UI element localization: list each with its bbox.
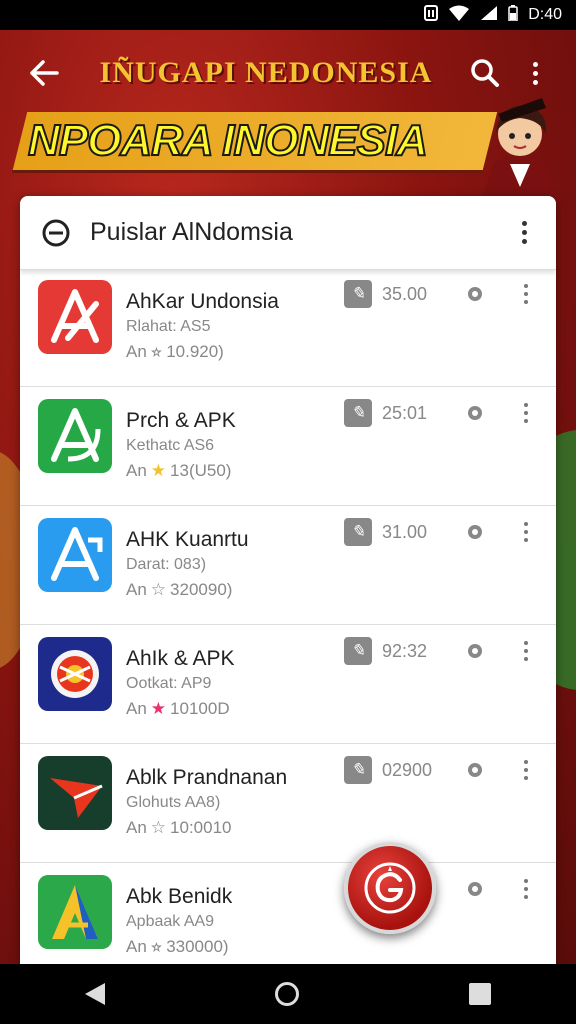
system-nav-bar bbox=[0, 964, 576, 1024]
app-subtitle: Kethatc AS6 bbox=[126, 437, 215, 454]
app-time: 35.00 bbox=[382, 283, 428, 304]
star-icon: ⭐︎ bbox=[150, 937, 163, 956]
app-icon bbox=[38, 875, 112, 949]
list-item[interactable]: Ablk Prandnanan Glohuts AA8) An ☆ 10:001… bbox=[20, 744, 556, 863]
back-button[interactable] bbox=[16, 45, 72, 101]
edit-icon[interactable]: ✎ bbox=[344, 637, 372, 665]
row-menu-button[interactable] bbox=[514, 879, 538, 899]
star-icon: ⭐︎ bbox=[150, 342, 163, 361]
app-subtitle: Rlahat: AS5 bbox=[126, 318, 211, 335]
nav-recents-icon[interactable] bbox=[469, 983, 491, 1005]
rating-value: 10.920) bbox=[166, 342, 224, 361]
list-item[interactable]: Abk Benidk Apbaak AA9 An ⭐︎ 330000) ✎ 22… bbox=[20, 863, 556, 964]
app-rating: An ☆ 320090) bbox=[126, 577, 538, 603]
rating-prefix: An bbox=[126, 461, 147, 480]
banner-text: NPOARA INONESIA bbox=[27, 115, 429, 166]
status-dot-icon bbox=[468, 644, 482, 658]
card-header: Puislar AlNdomsia bbox=[20, 196, 556, 270]
app-list-card: Puislar AlNdomsia AhKar Undonsia Rlahat:… bbox=[20, 196, 556, 964]
card-title: Puislar AlNdomsia bbox=[90, 218, 293, 246]
row-menu-button[interactable] bbox=[514, 403, 538, 423]
app-subtitle: Darat: 083) bbox=[126, 556, 207, 573]
wifi-icon bbox=[448, 5, 470, 26]
rating-value: 10:0010 bbox=[170, 818, 232, 837]
edit-icon[interactable]: ✎ bbox=[344, 756, 372, 784]
star-icon: ☆ bbox=[150, 818, 167, 837]
app-rating: An ⭐︎ 330000) bbox=[126, 934, 538, 960]
rating-value: 10100D bbox=[170, 699, 230, 718]
search-icon bbox=[471, 59, 499, 87]
rating-value: 320090) bbox=[170, 580, 233, 599]
collapse-icon[interactable] bbox=[40, 217, 72, 249]
rating-prefix: An bbox=[126, 580, 147, 599]
app-subtitle: Glohuts AA8) bbox=[126, 794, 221, 811]
app-icon bbox=[38, 518, 112, 592]
star-icon: ☆ bbox=[150, 580, 167, 599]
mascot-illustration bbox=[470, 92, 570, 202]
status-bar: D:40 bbox=[0, 0, 576, 30]
app-icon bbox=[38, 399, 112, 473]
list-item[interactable]: AHK Kuanrtu Darat: 083) An ☆ 320090) ✎ 3… bbox=[20, 506, 556, 625]
app-time: 31.00 bbox=[382, 521, 428, 542]
list-item[interactable]: AhKar Undonsia Rlahat: AS5 An ⭐︎ 10.920)… bbox=[20, 268, 556, 387]
list-item[interactable]: AhIk & APK Ootkat: AP9 An ★ 10100D ✎ 92:… bbox=[20, 625, 556, 744]
status-dot-icon bbox=[468, 287, 482, 301]
app-time: 02900 bbox=[382, 759, 433, 780]
rating-value: 13(U50) bbox=[170, 461, 232, 480]
status-dot-icon bbox=[468, 882, 482, 896]
app-time: 25:01 bbox=[382, 402, 428, 423]
app-time: 92:32 bbox=[382, 640, 428, 661]
rating-prefix: An bbox=[126, 937, 147, 956]
rating-prefix: An bbox=[126, 342, 147, 361]
row-menu-button[interactable] bbox=[514, 284, 538, 304]
app-list: AhKar Undonsia Rlahat: AS5 An ⭐︎ 10.920)… bbox=[20, 268, 556, 964]
battery-icon bbox=[508, 4, 518, 26]
nav-home-icon[interactable] bbox=[275, 982, 299, 1006]
status-dot-icon bbox=[468, 406, 482, 420]
list-item[interactable]: Prch & APK Kethatc AS6 An ★ 13(U50) ✎ 25… bbox=[20, 387, 556, 506]
app-rating: An ★ 10100D bbox=[126, 696, 538, 722]
star-icon: ★ bbox=[150, 699, 167, 718]
floating-action-button[interactable] bbox=[344, 842, 436, 934]
app-rating: An ⭐︎ 10.920) bbox=[126, 339, 538, 365]
more-vert-icon bbox=[523, 61, 547, 85]
row-menu-button[interactable] bbox=[514, 760, 538, 780]
g-logo-icon bbox=[364, 862, 416, 914]
row-menu-button[interactable] bbox=[514, 522, 538, 542]
rating-prefix: An bbox=[126, 699, 147, 718]
app-rating: An ★ 13(U50) bbox=[126, 458, 538, 484]
sim-icon bbox=[424, 4, 439, 26]
app-icon bbox=[38, 756, 112, 830]
edit-icon[interactable]: ✎ bbox=[344, 399, 372, 427]
edit-icon[interactable]: ✎ bbox=[344, 518, 372, 546]
app-subtitle: Ootkat: AP9 bbox=[126, 675, 212, 692]
page-title: IÑUGAPI NEDONESIA bbox=[99, 56, 433, 89]
edit-icon[interactable]: ✎ bbox=[344, 280, 372, 308]
signal-icon bbox=[480, 5, 498, 26]
app-rating: An ☆ 10:0010 bbox=[126, 815, 538, 841]
rating-prefix: An bbox=[126, 818, 147, 837]
app-icon bbox=[38, 280, 112, 354]
star-icon: ★ bbox=[150, 461, 167, 480]
nav-back-icon[interactable] bbox=[85, 983, 105, 1005]
app-subtitle: Apbaak AA9 bbox=[126, 913, 215, 930]
card-menu-button[interactable] bbox=[512, 221, 536, 244]
app-icon bbox=[38, 637, 112, 711]
status-dot-icon bbox=[468, 763, 482, 777]
status-dot-icon bbox=[468, 525, 482, 539]
status-time: D:40 bbox=[528, 6, 562, 23]
rating-value: 330000) bbox=[166, 937, 229, 956]
arrow-left-icon bbox=[30, 60, 59, 86]
row-menu-button[interactable] bbox=[514, 641, 538, 661]
